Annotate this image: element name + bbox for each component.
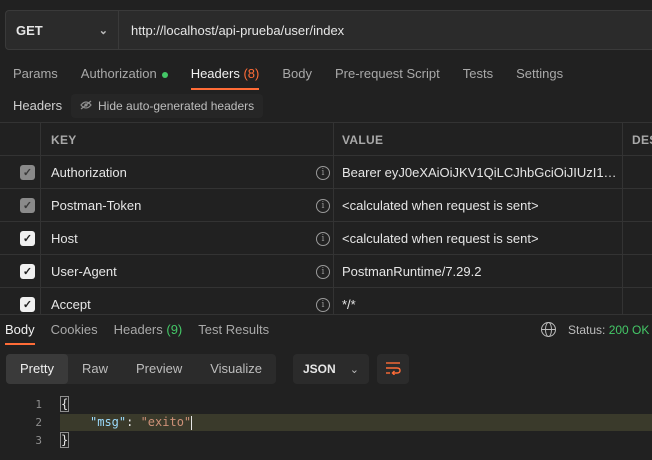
method-select[interactable]: GET ⌄ — [5, 10, 119, 50]
tab-body[interactable]: Body — [282, 62, 312, 88]
tab-label: Params — [13, 66, 58, 81]
header-value[interactable]: PostmanRuntime/7.29.2 — [342, 264, 620, 279]
request-bar: GET ⌄ http://localhost/api-prueba/user/i… — [5, 10, 652, 50]
wrap-lines-icon — [385, 361, 401, 378]
request-tabs: Params Authorization Headers (8) Body Pr… — [13, 62, 586, 90]
tab-authorization[interactable]: Authorization — [81, 62, 168, 88]
tab-label: Cookies — [50, 322, 98, 337]
response-divider — [0, 314, 652, 315]
tab-tests[interactable]: Tests — [463, 62, 493, 88]
headers-table: KEY VALUE DES ✓ Authorization i Bearer e… — [0, 122, 652, 314]
tab-label: Headers — [113, 322, 163, 337]
response-tab-cookies[interactable]: Cookies — [51, 320, 98, 342]
tab-count: (8) — [243, 66, 260, 81]
tab-params[interactable]: Params — [13, 62, 58, 88]
checkbox-icon[interactable]: ✓ — [20, 231, 35, 246]
tab-label: Headers — [190, 66, 240, 81]
table-row: ✓ User-Agent i PostmanRuntime/7.29.2 — [0, 254, 652, 288]
chevron-down-icon: ⌄ — [98, 24, 108, 37]
header-key[interactable]: Postman-Token — [51, 189, 141, 222]
tab-label: Body — [282, 66, 312, 81]
header-value[interactable]: */* — [342, 297, 620, 312]
info-icon[interactable]: i — [316, 297, 330, 312]
column-divider — [622, 122, 623, 314]
tab-label: Pre-request Script — [334, 66, 440, 81]
json-separator: : — [126, 415, 141, 429]
checkbox-icon[interactable]: ✓ — [20, 198, 35, 213]
column-divider — [333, 122, 334, 314]
column-header-description: DES — [632, 132, 652, 147]
table-row: ✓ Postman-Token i <calculated when reque… — [0, 188, 652, 222]
open-brace: { — [60, 396, 70, 412]
json-string-value: "exito" — [140, 415, 192, 429]
headers-section-label: Headers — [13, 98, 63, 113]
view-mode-group: Pretty Raw Preview Visualize — [6, 354, 277, 384]
view-raw-button[interactable]: Raw — [68, 354, 122, 384]
line-number: 2 — [35, 416, 42, 429]
view-preview-button[interactable]: Preview — [122, 354, 196, 384]
table-row: ✓ Accept i */* — [0, 287, 652, 321]
globe-icon[interactable] — [541, 322, 556, 337]
header-key[interactable]: Host — [51, 222, 78, 255]
wrap-lines-button[interactable] — [377, 354, 409, 384]
header-key[interactable]: Accept — [51, 288, 91, 321]
response-status: Status: 200 OK — [568, 323, 649, 337]
column-divider — [40, 122, 41, 314]
checkbox-icon[interactable]: ✓ — [20, 297, 35, 312]
text-cursor — [191, 415, 193, 430]
response-tab-headers[interactable]: Headers (9) — [114, 320, 183, 342]
info-icon[interactable]: i — [316, 264, 330, 279]
header-value[interactable]: <calculated when request is sent> — [342, 198, 620, 213]
format-label: JSON — [303, 362, 336, 376]
status-dot-icon — [161, 71, 168, 78]
eye-off-icon — [80, 99, 92, 113]
tab-pre-request-script[interactable]: Pre-request Script — [335, 62, 440, 88]
line-number: 3 — [35, 434, 42, 447]
tab-label: Body — [5, 322, 35, 337]
close-brace: } — [60, 432, 70, 448]
hide-auto-headers-button[interactable]: Hide auto-generated headers — [71, 94, 264, 118]
response-tabs: Body Cookies Headers (9) Test Results — [5, 320, 285, 345]
json-key: "msg" — [90, 415, 127, 429]
info-icon[interactable]: i — [316, 198, 330, 213]
status-value[interactable]: 200 OK — [609, 323, 650, 337]
code-line-2[interactable]: "msg": "exito" — [90, 415, 193, 430]
view-pretty-button[interactable]: Pretty — [6, 354, 68, 384]
table-row: ✓ Host i <calculated when request is sen… — [0, 221, 652, 255]
header-value[interactable]: <calculated when request is sent> — [342, 231, 620, 246]
code-line-3[interactable]: } — [60, 432, 70, 448]
info-icon[interactable]: i — [316, 165, 330, 180]
chevron-down-icon: ⌄ — [349, 363, 359, 376]
header-key[interactable]: User-Agent — [51, 255, 117, 288]
table-row: ✓ Authorization i Bearer eyJ0eXAiOiJKV1Q… — [0, 155, 652, 189]
method-label: GET — [16, 22, 43, 38]
tab-label: Tests — [462, 66, 494, 81]
tab-settings[interactable]: Settings — [516, 62, 563, 88]
tab-count: (9) — [166, 322, 183, 337]
tab-headers[interactable]: Headers (8) — [190, 62, 260, 90]
checkbox-icon[interactable]: ✓ — [20, 264, 35, 279]
line-number: 1 — [35, 398, 42, 411]
checkbox-icon[interactable]: ✓ — [20, 165, 35, 180]
response-tab-body[interactable]: Body — [5, 320, 35, 345]
url-value: http://localhost/api-prueba/user/index — [131, 22, 345, 38]
info-icon[interactable]: i — [316, 231, 330, 246]
column-header-key: KEY — [51, 132, 77, 147]
status-label: Status: — [568, 323, 606, 337]
hide-auto-label: Hide auto-generated headers — [98, 99, 255, 113]
header-key[interactable]: Authorization — [51, 156, 127, 189]
table-header-row: KEY VALUE DES — [0, 122, 652, 156]
tab-label: Test Results — [198, 322, 270, 337]
header-value[interactable]: Bearer eyJ0eXAiOiJKV1QiLCJhbGciOiJIUzI1N… — [342, 165, 620, 180]
format-select[interactable]: JSON ⌄ — [293, 354, 369, 384]
response-tab-test-results[interactable]: Test Results — [198, 320, 269, 342]
tab-label: Settings — [516, 66, 564, 81]
view-visualize-button[interactable]: Visualize — [196, 354, 276, 384]
url-input[interactable]: http://localhost/api-prueba/user/index — [119, 10, 652, 50]
tab-label: Authorization — [80, 66, 157, 81]
column-header-value: VALUE — [342, 132, 384, 147]
code-line-1[interactable]: { — [60, 396, 70, 412]
